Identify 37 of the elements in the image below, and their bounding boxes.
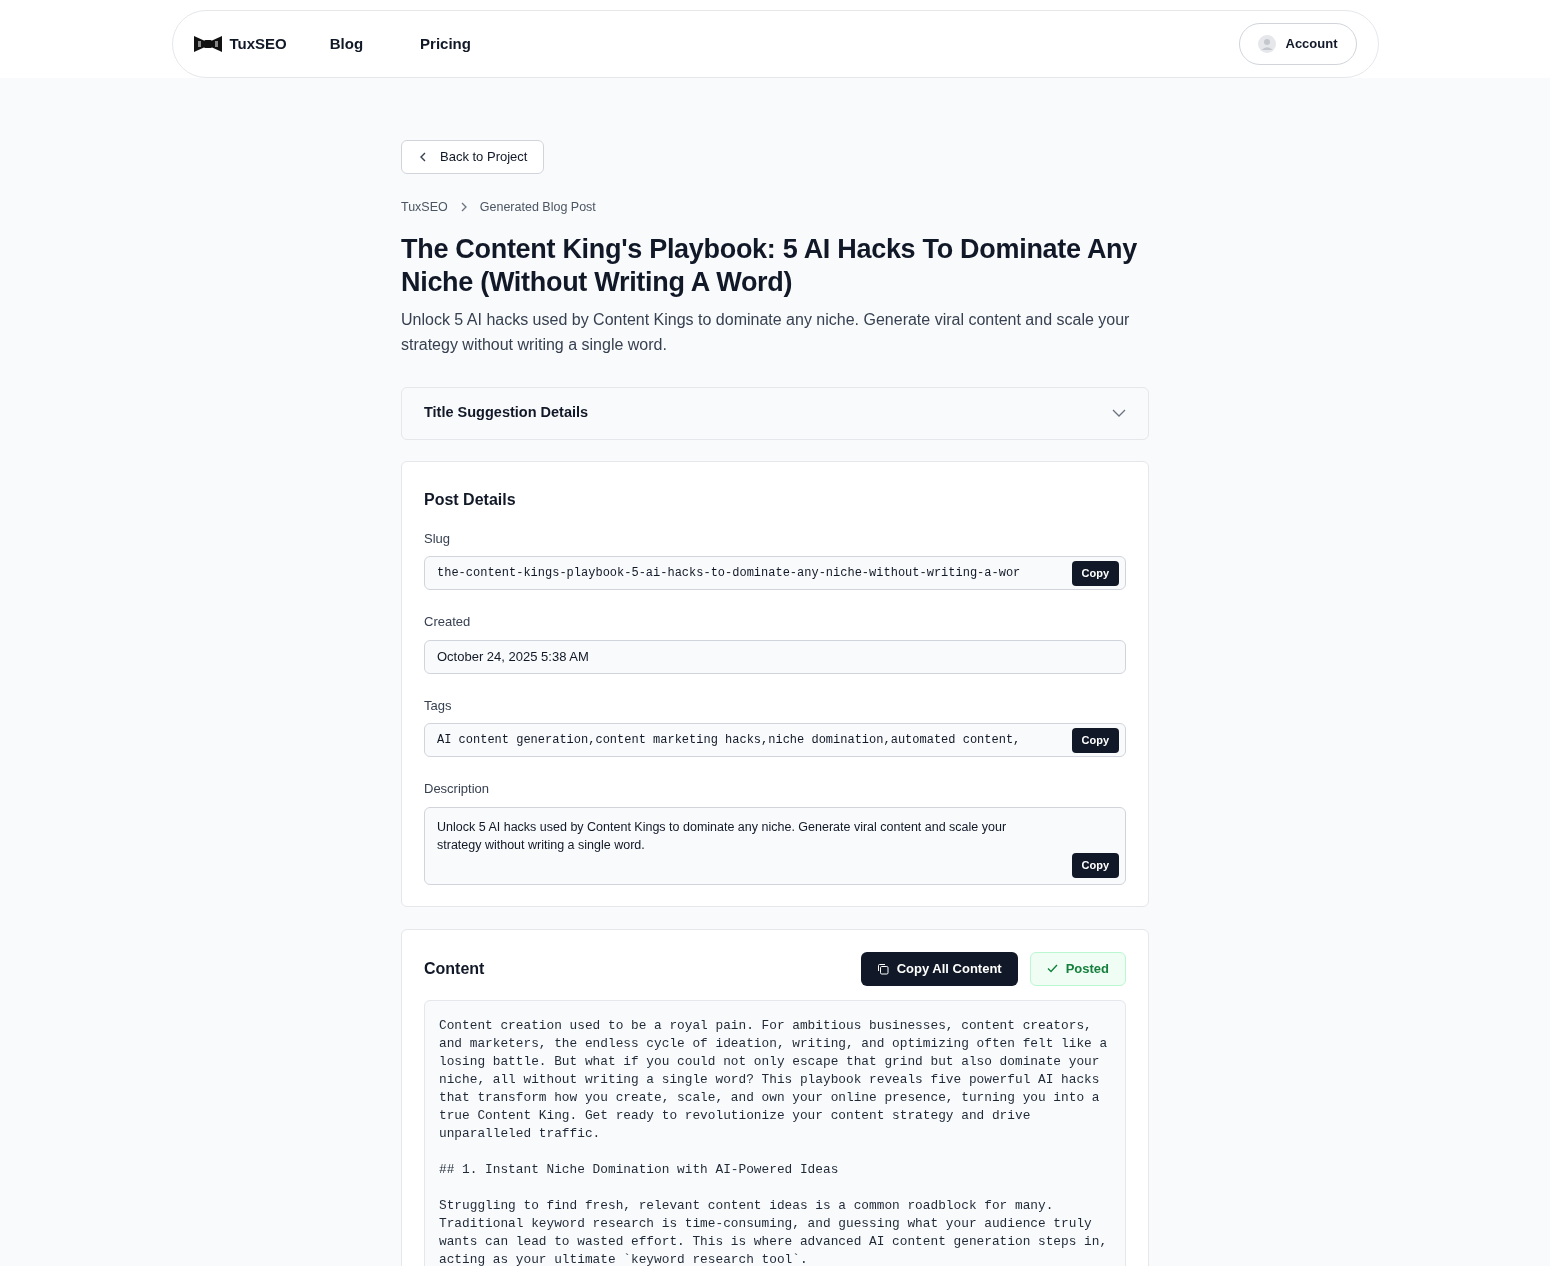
copy-all-button[interactable]: Copy All Content [860,951,1018,986]
breadcrumb-current: Generated Blog Post [479,199,596,216]
bow-tie-logo-icon [193,35,222,53]
content-text: Content creation used to be a royal pain. For ambitious businesses, content creators, and marketers, the endless cycle of ideation, writing, and optimizing often felt like a losing battle. But what if you could not only escape that grind but also dominate your niche, all without writing a single word? This playbook reveals five powerful AI hacks that transform how you create, scale, and own your online presence, turning you into a true Content King. Get ready to revolutionize your content strategy and drive unparalleled traffic. ## 1. Instant Niche Domination with AI-Powered Ideas Struggling to find fresh, relevant content ideas is a common roadblock for many. Traditional keyword research is time-consuming, and guessing what your audience truly wants can lead to wasted effort. This is where advanced AI content generation steps in, acting as your ultimate `keyword research tool`. [439,1016,1109,1266]
brand-link[interactable]: TuxSEO [229,32,287,56]
copy-button[interactable]: Copy [1071,853,1119,878]
field-label: Description [424,780,491,799]
page-subtitle: Unlock 5 AI hacks used by Content Kings to dominate any niche. Generate viral content and scale your strategy without writing a single word. [401,309,1131,355]
account-button[interactable]: Account [1238,23,1357,65]
text-field[interactable]: the-content-kings-playbook-5-ai-hacks-to-dominate-any-niche-without-writing-a-wor Copy [424,556,1126,591]
field-value: AI content generation,content marketing hacks,niche domination,automated content, [437,732,1022,750]
text-field[interactable]: AI content generation,content marketing hacks,niche domination,automated content, Copy [424,723,1126,758]
field-value: October 24, 2025 5:38 AM [437,648,589,666]
title-suggestion-accordion[interactable]: Title Suggestion Details [401,386,1149,440]
field-label: Slug [424,529,452,548]
field-label: Created [424,613,472,632]
text-area[interactable]: Unlock 5 AI hacks used by Content Kings to dominate any niche. Generate viral content and scale your strategy without writing a single word. Copy [424,806,1126,885]
field-value: the-content-kings-playbook-5-ai-hacks-to-dominate-any-niche-without-writing-a-wor [437,565,1022,583]
back-button[interactable]: Back to Project [401,140,545,174]
posted-status-button[interactable]: Posted [1029,951,1126,986]
page-title: The Content King's Playbook: 5 AI Hacks To Dominate Any Niche (Without Writing A Word) [401,232,1139,299]
text-field[interactable]: October 24, 2025 5:38 AM [424,639,1126,674]
nav-link[interactable]: Blog [329,32,364,56]
field-label: Tags [424,696,453,715]
user-avatar-icon [1257,35,1276,53]
copy-icon [876,962,889,975]
chevron-left-icon [418,152,428,162]
chevron-down-icon [1112,409,1126,418]
breadcrumb-link[interactable]: TuxSEO [401,198,448,217]
copy-button[interactable]: Copy [1071,561,1119,586]
field-value: Unlock 5 AI hacks used by Content Kings to dominate any niche. Generate viral content and scale your strategy without writing a single word. [437,818,1008,854]
copy-button[interactable]: Copy [1071,728,1119,753]
chevron-right-icon [459,202,468,213]
section-heading: Content [424,958,485,979]
section-heading: Post Details [424,489,517,510]
nav-link[interactable]: Pricing [420,32,471,56]
check-icon [1046,964,1058,974]
